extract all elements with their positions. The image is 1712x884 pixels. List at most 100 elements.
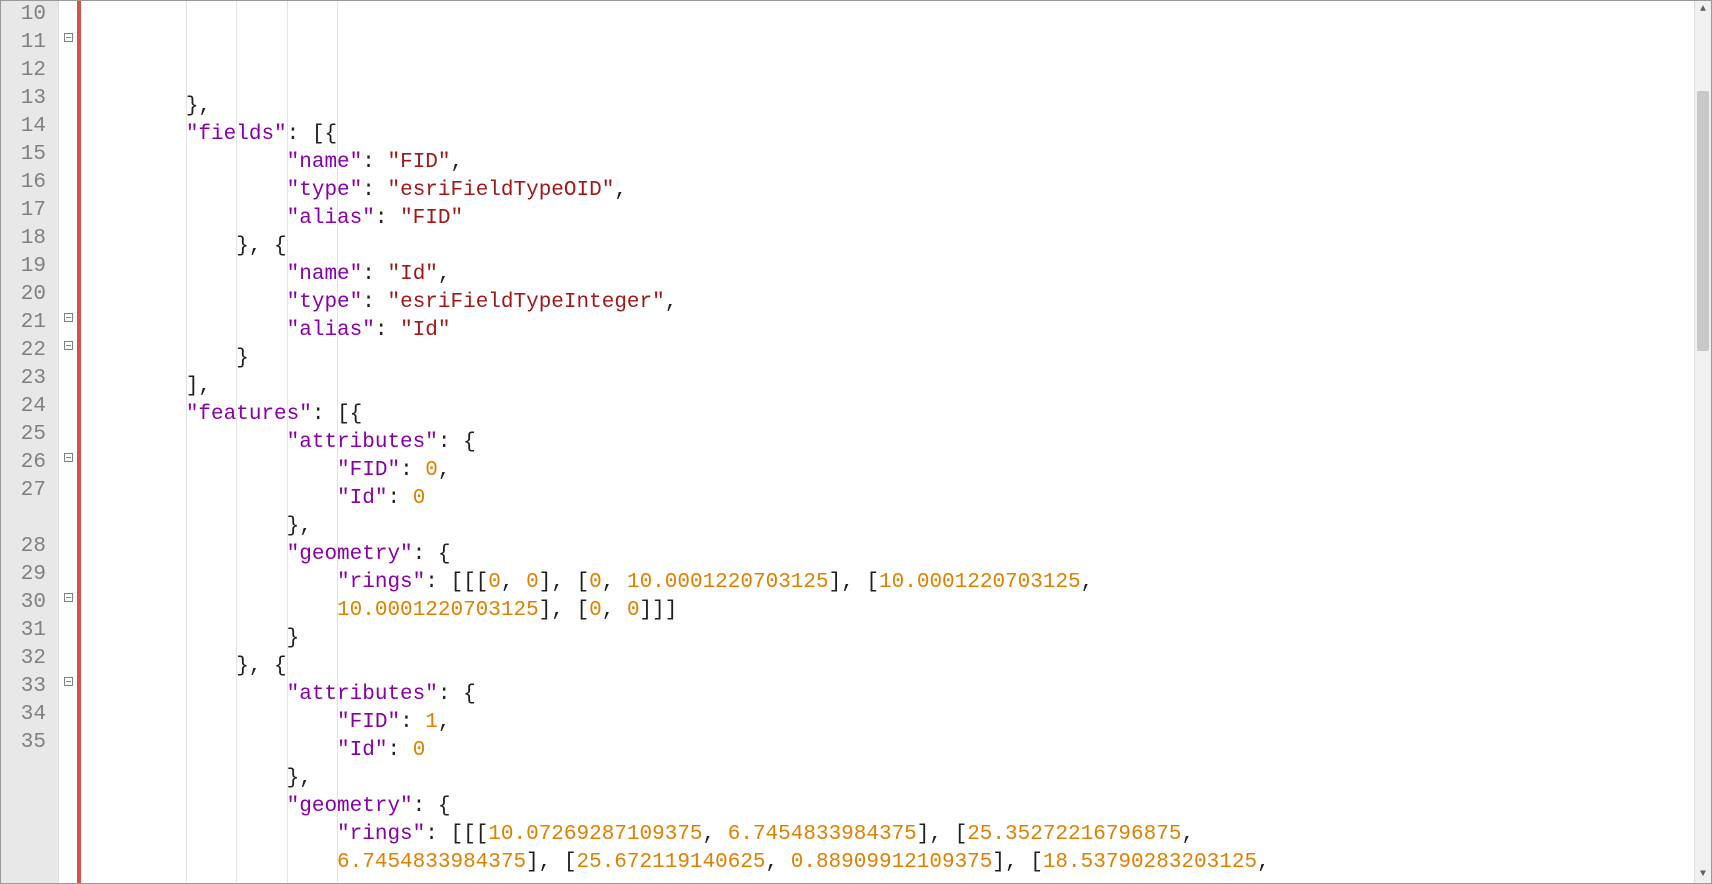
fold-slot	[59, 253, 77, 281]
fold-slot	[59, 617, 77, 645]
token-punc: : {	[438, 683, 476, 706]
token-num: 25.672119140625	[577, 851, 766, 874]
token-key: "rings"	[337, 823, 425, 846]
token-punc: :	[375, 207, 400, 230]
code-line[interactable]: "attributes": {	[81, 681, 1694, 709]
code-line[interactable]: "Id": 0	[81, 485, 1694, 513]
code-line[interactable]: "alias": "Id"	[81, 317, 1694, 345]
token-key: "Id"	[337, 739, 387, 762]
token-num: 10.0001220703125	[879, 571, 1081, 594]
fold-toggle-icon[interactable]	[64, 593, 73, 602]
line-number: 20	[1, 281, 50, 309]
code-line[interactable]: "type": "esriFieldTypeInteger",	[81, 289, 1694, 317]
token-punc: :	[362, 179, 387, 202]
fold-toggle-icon[interactable]	[64, 313, 73, 322]
fold-toggle-icon[interactable]	[64, 453, 73, 462]
token-punc: ,	[1081, 571, 1094, 594]
line-number: 26	[1, 449, 50, 477]
code-line[interactable]	[81, 877, 1694, 883]
fold-toggle-icon[interactable]	[64, 33, 73, 42]
code-line[interactable]: "geometry": {	[81, 793, 1694, 821]
code-line[interactable]: "features": [{	[81, 401, 1694, 429]
token-punc: ,	[602, 599, 627, 622]
line-number-gutter: 1011121314151617181920212223242526272829…	[1, 1, 59, 883]
token-punc: : [[[	[425, 571, 488, 594]
code-line[interactable]: },	[81, 513, 1694, 541]
fold-slot	[59, 505, 77, 533]
token-punc: ,	[438, 711, 451, 734]
line-number	[1, 505, 50, 533]
code-line[interactable]: "attributes": {	[81, 429, 1694, 457]
token-punc: ,	[614, 179, 627, 202]
token-punc: :	[362, 151, 387, 174]
code-line[interactable]: "fields": [{	[81, 121, 1694, 149]
code-line[interactable]: "rings": [[[10.07269287109375, 6.7454833…	[81, 821, 1694, 849]
token-punc: ], [	[992, 851, 1042, 874]
vertical-scrollbar[interactable]: ▲ ▼	[1694, 1, 1711, 883]
token-key: "type"	[287, 179, 363, 202]
token-num: 0	[488, 571, 501, 594]
token-strval: "Id"	[400, 319, 450, 342]
token-key: "attributes"	[287, 683, 438, 706]
token-punc: : [[[	[425, 823, 488, 846]
code-line[interactable]: },	[81, 765, 1694, 793]
fold-slot	[59, 589, 77, 617]
scroll-up-icon[interactable]: ▲	[1695, 1, 1711, 18]
token-key: "type"	[287, 291, 363, 314]
code-line[interactable]: "FID": 1,	[81, 709, 1694, 737]
code-line[interactable]: }	[81, 345, 1694, 373]
token-punc: ], [	[917, 823, 967, 846]
token-key: "name"	[287, 151, 363, 174]
code-line[interactable]: "Id": 0	[81, 737, 1694, 765]
fold-slot	[59, 421, 77, 449]
fold-gutter[interactable]	[59, 1, 77, 883]
code-line[interactable]: "alias": "FID"	[81, 205, 1694, 233]
line-number: 31	[1, 617, 50, 645]
token-key: "geometry"	[287, 795, 413, 818]
token-num: 0	[413, 487, 426, 510]
token-punc: :	[375, 319, 400, 342]
fold-toggle-icon[interactable]	[64, 677, 73, 686]
fold-slot	[59, 85, 77, 113]
token-punc: }	[85, 627, 299, 650]
fold-slot	[59, 477, 77, 505]
token-num: 18.53790283203125	[1043, 851, 1257, 874]
token-key: "attributes"	[287, 431, 438, 454]
line-number: 14	[1, 113, 50, 141]
token-punc: :	[362, 263, 387, 286]
line-number: 35	[1, 729, 50, 757]
code-line[interactable]: 6.7454833984375], [25.672119140625, 0.88…	[81, 849, 1694, 877]
scroll-thumb[interactable]	[1697, 91, 1709, 351]
code-line[interactable]: "name": "Id",	[81, 261, 1694, 289]
token-num: 6.7454833984375	[728, 823, 917, 846]
code-line[interactable]: "FID": 0,	[81, 457, 1694, 485]
token-num: 6.7454833984375	[337, 851, 526, 874]
code-line[interactable]: ],	[81, 373, 1694, 401]
token-punc: : [{	[287, 123, 337, 146]
token-punc: :	[400, 711, 425, 734]
scroll-down-icon[interactable]: ▼	[1695, 866, 1711, 883]
code-line[interactable]: 10.0001220703125], [0, 0]]]	[81, 597, 1694, 625]
line-number: 30	[1, 589, 50, 617]
fold-toggle-icon[interactable]	[64, 341, 73, 350]
token-punc	[85, 487, 337, 510]
line-number: 29	[1, 561, 50, 589]
token-num: 0.88909912109375	[791, 851, 993, 874]
code-line[interactable]: "rings": [[[0, 0], [0, 10.0001220703125]…	[81, 569, 1694, 597]
line-number: 13	[1, 85, 50, 113]
token-num: 0	[413, 739, 426, 762]
code-line[interactable]: },	[81, 93, 1694, 121]
code-line[interactable]: }, {	[81, 653, 1694, 681]
code-line[interactable]: "name": "FID",	[81, 149, 1694, 177]
token-num: 0	[526, 571, 539, 594]
code-line[interactable]: }	[81, 625, 1694, 653]
line-number: 22	[1, 337, 50, 365]
code-line[interactable]: "type": "esriFieldTypeOID",	[81, 177, 1694, 205]
code-area[interactable]: }, "fields": [{ "name": "FID", "type": "…	[81, 1, 1694, 883]
code-line[interactable]: "geometry": {	[81, 541, 1694, 569]
code-line[interactable]: }, {	[81, 233, 1694, 261]
token-punc: ,	[501, 571, 526, 594]
fold-slot	[59, 561, 77, 589]
token-punc: ], [	[539, 599, 589, 622]
token-key: "FID"	[337, 459, 400, 482]
